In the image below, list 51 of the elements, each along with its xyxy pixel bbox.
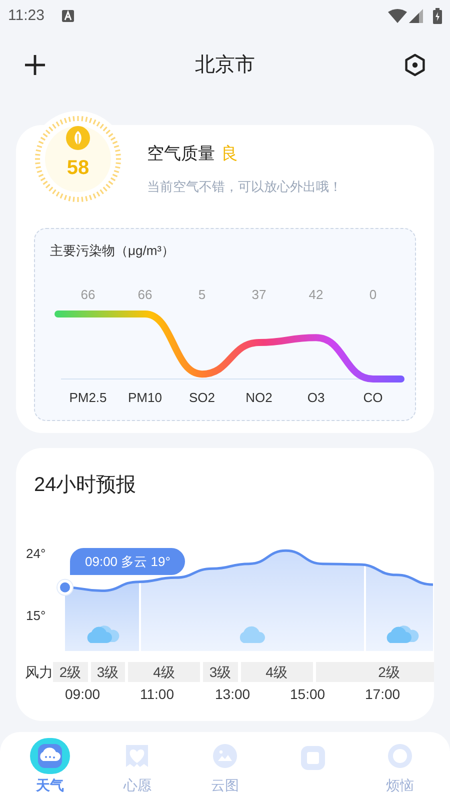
forecast-title: 24小时预报 <box>34 473 138 498</box>
battery-icon <box>433 8 442 24</box>
pollutant-name: SO2 <box>189 390 215 404</box>
wind-level-cell: 2级 <box>316 662 434 682</box>
wifi-icon <box>388 9 407 23</box>
pollutant-name: PM10 <box>128 390 162 404</box>
time-label: 13:00 <box>215 685 252 704</box>
pollutant-name: PM2.5 <box>69 390 107 404</box>
pollutant-value: 0 <box>369 286 377 302</box>
pollutant-value: 66 <box>138 286 152 302</box>
add-button[interactable] <box>22 52 48 78</box>
wind-level-cell: 3级 <box>90 662 125 682</box>
current-point-marker <box>56 578 74 596</box>
pollutant-name: NO2 <box>246 390 272 404</box>
wind-level-cell: 4级 <box>128 662 200 682</box>
pollutant-value: 37 <box>252 286 266 302</box>
nav-tab[interactable]: 烦恼 <box>370 738 430 796</box>
pollutant-name: CO <box>363 390 383 404</box>
settings-button[interactable] <box>402 52 428 78</box>
status-time: 11:23 <box>8 6 44 26</box>
nav-tab[interactable]: 云图 <box>194 738 255 796</box>
axis-label: 24° <box>26 546 46 561</box>
time-label: 11:00 <box>140 685 175 704</box>
signal-icon <box>409 9 423 23</box>
wind-level-cell: 3级 <box>203 662 238 682</box>
wind-level-cell: 4级 <box>240 662 312 682</box>
pollutant-name: O3 <box>307 390 325 404</box>
cloud-icon <box>87 626 120 643</box>
aqi-value: 58 <box>66 156 90 181</box>
pollutant-title: 主要污染物（μg/m³） <box>50 242 176 260</box>
time-label: 15:00 <box>290 685 326 704</box>
city-title: 北京市 <box>195 53 255 78</box>
air-quality-message: 当前空气不错，可以放心外出哦！ <box>147 178 343 196</box>
air-quality-label: 空气质量 <box>147 143 215 165</box>
nav-cloud-icon <box>30 738 70 774</box>
weather-tooltip: 09:00 多云 19° <box>70 548 186 575</box>
nav-tab[interactable]: 天气 <box>20 738 80 796</box>
air-quality-grade: 良 <box>221 143 238 165</box>
pollutant-value: 5 <box>198 286 206 302</box>
leaf-icon <box>66 126 90 150</box>
pollutant-value: 66 <box>80 286 96 302</box>
wind-label: 风力 <box>24 662 53 682</box>
cloud-icon <box>240 626 265 643</box>
time-label: 09:00 <box>65 685 102 704</box>
axis-label: 15° <box>26 608 46 624</box>
pollutant-value: 42 <box>308 286 324 302</box>
notification-icon <box>62 10 74 22</box>
time-label: 17:00 <box>365 685 402 704</box>
wind-level-cell: 2级 <box>53 662 88 682</box>
nav-tab[interactable]: 心愿 <box>107 738 168 796</box>
cloud-icon <box>386 626 419 643</box>
